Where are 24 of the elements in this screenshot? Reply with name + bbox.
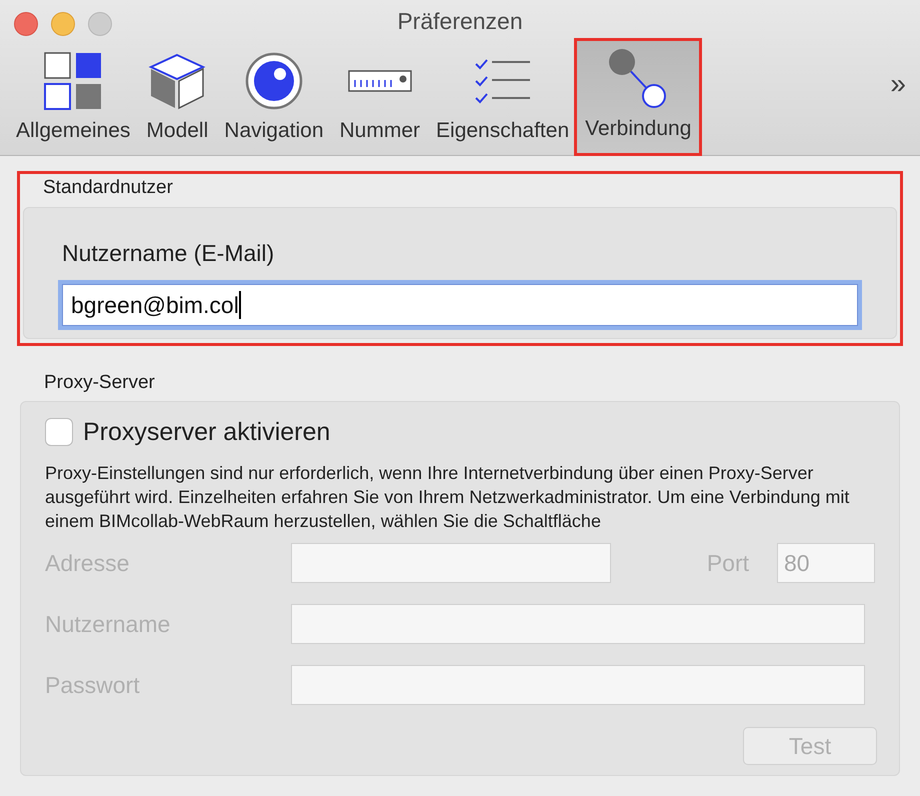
description-text: Proxy-Einstellungen sind nur erforderlich, wenn Ihre Internetverbindung über einen Proxy-Server ausgeführt wird. Einzelheiten erfahren Sie von Ihrem Netzwerkadministrator. Um eine Verbindung mit einem BIMcollab-WebRaum herzustellen, wählen Sie die Schaltfläche — [45, 462, 850, 533]
checkbox-label: Proxyserver aktivieren — [83, 416, 330, 448]
zoom-button[interactable] — [88, 12, 112, 36]
input-field[interactable] — [291, 543, 611, 583]
toolbar-tab[interactable]: Verbindung — [577, 41, 700, 153]
toolbar-tab[interactable]: Navigation — [216, 43, 332, 155]
close-button[interactable] — [14, 12, 38, 36]
eye-icon — [244, 52, 303, 110]
input-field[interactable] — [291, 604, 865, 644]
section-heading: Standardnutzer — [43, 176, 174, 200]
toolbar-tab[interactable]: Modell — [138, 43, 216, 155]
field-label: Nutzername (E-Mail) — [62, 238, 276, 268]
window-title: Präferenzen — [397, 7, 523, 36]
overflow-button[interactable]: » — [890, 63, 906, 105]
input-field[interactable] — [291, 665, 865, 705]
minimize-button[interactable] — [51, 12, 75, 36]
connection-icon — [608, 48, 668, 110]
toolbar-tab[interactable]: Eigenschaften — [428, 43, 578, 155]
cube-icon — [147, 51, 208, 111]
grid-icon — [44, 52, 102, 110]
section-heading: Proxy-Server — [44, 371, 156, 395]
toolbar-tab[interactable]: Nummer — [332, 43, 428, 155]
ruler-icon — [348, 70, 412, 92]
toolbar-tab[interactable]: Allgemeines — [8, 43, 138, 155]
